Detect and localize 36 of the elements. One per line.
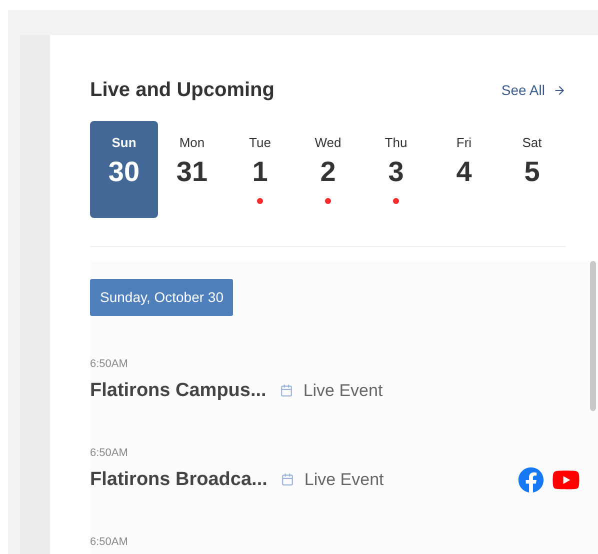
- event-type: Live Event: [303, 380, 383, 402]
- weekday-label: Thu: [384, 134, 408, 152]
- event-title[interactable]: Flatirons Broadca...: [90, 466, 268, 494]
- event-time: 6:50AM: [90, 535, 129, 550]
- weekday-label: Tue: [249, 134, 271, 152]
- facebook-icon[interactable]: [518, 466, 544, 493]
- event-type: Live Event: [304, 469, 384, 491]
- date-number: 5: [524, 154, 540, 188]
- calendar-icon: [281, 473, 294, 486]
- day-tab[interactable]: Sat 5: [498, 121, 566, 218]
- day-tab[interactable]: Mon 31: [158, 121, 226, 218]
- date-number: 2: [320, 154, 336, 188]
- weekday-label: Sun: [112, 134, 136, 152]
- date-number: 3: [388, 154, 404, 188]
- date-number: 4: [456, 154, 472, 188]
- weekday-label: Fri: [456, 134, 472, 152]
- calendar-icon: [280, 384, 294, 398]
- weekday-label: Sat: [522, 134, 542, 152]
- day-tab[interactable]: Wed 2: [294, 121, 362, 218]
- event-time: 6:50AM: [90, 446, 129, 461]
- arrow-right-icon: [553, 84, 566, 96]
- date-number: 30: [108, 154, 140, 188]
- event-time: 6:50AM: [90, 357, 129, 372]
- date-number: 31: [176, 154, 208, 188]
- scrollbar-thumb[interactable]: [590, 261, 596, 411]
- see-all-link[interactable]: See All: [501, 80, 566, 100]
- weekday-label: Wed: [314, 134, 342, 152]
- weekday-label: Mon: [179, 134, 205, 152]
- day-tab[interactable]: Thu 3: [362, 121, 430, 218]
- day-tab[interactable]: Tue 1: [226, 121, 294, 218]
- day-tab[interactable]: Fri 4: [430, 121, 498, 218]
- section-title: Live and Upcoming: [90, 78, 274, 103]
- event-title[interactable]: Flatirons Campus...: [90, 376, 266, 405]
- date-badge: Sunday, October 30: [90, 279, 234, 316]
- day-tab[interactable]: Sun 30: [90, 121, 158, 218]
- date-number: 1: [252, 154, 268, 188]
